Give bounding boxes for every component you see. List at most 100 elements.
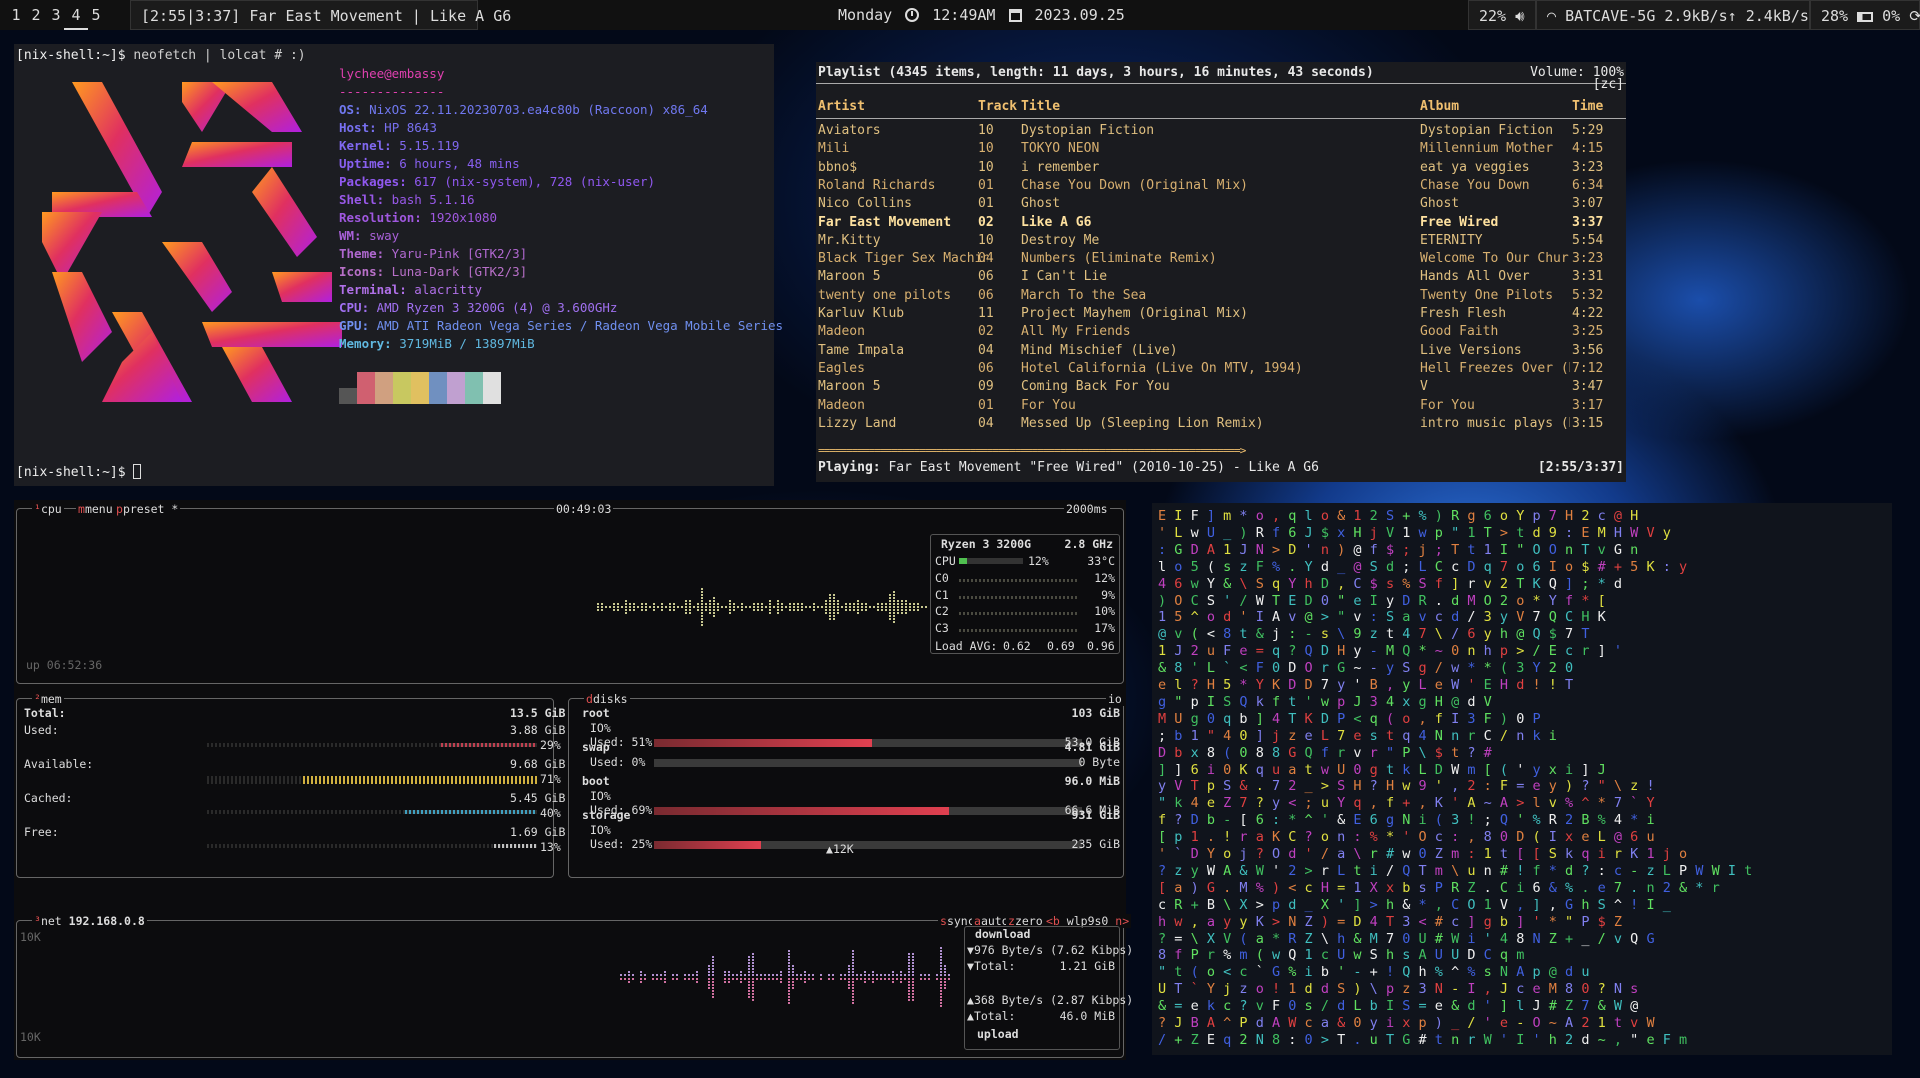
- net-pane: [16, 920, 1124, 1058]
- net-graph-dot: [652, 978, 654, 980]
- playlist-row[interactable]: Karluv Klub 11 Project Mayhem (Original Mi…: [816, 305, 1626, 323]
- playlist-row[interactable]: Tame Impala 04 Mind Mischief (Live) Live Ve…: [816, 342, 1626, 360]
- net-graph-dot: [820, 978, 822, 980]
- playlist-row[interactable]: Far East Movement 02 Like A G6 Free Wired 3:…: [816, 214, 1626, 232]
- progress-bar[interactable]: ========================================…: [818, 442, 1468, 460]
- net-graph-dot: [908, 968, 910, 970]
- cpu-graph-dot: [645, 606, 647, 608]
- playlist-row[interactable]: Black Tiger Sex Machin 04 Numbers (Elimina…: [816, 250, 1626, 268]
- cpu-graph-dot: [693, 606, 695, 608]
- col-title[interactable]: Title: [1021, 98, 1060, 116]
- matrix-row: ' ` D Y o j ? O d ' / a \ r # w 0 Z m : …: [1158, 846, 1688, 862]
- playlist-row[interactable]: Maroon 5 06 I Can't Lie Hands All Over 3:31: [816, 268, 1626, 286]
- net-graph-dot: [676, 974, 678, 976]
- cpu-graph-dot: [833, 612, 835, 614]
- now-playing-module[interactable]: [2:55|3:37] Far East Movement | Like A G…: [130, 0, 511, 30]
- net-graph-dot: [848, 984, 850, 986]
- matrix-row: U T ` Y j z o ! 1 d d S ) \ p z 3 N - I …: [1158, 981, 1639, 998]
- cpu-graph-dot: [661, 609, 663, 611]
- update-interval[interactable]: 2000ms: [1064, 502, 1110, 516]
- cpu-graph-dot: [761, 609, 763, 611]
- net-graph-dot: [772, 974, 774, 976]
- playlist-artist: Tame Impala: [818, 342, 905, 358]
- cpu-graph-dot: [769, 609, 771, 611]
- cpu-graph-dot: [689, 612, 691, 614]
- cpu-graph-dot: [713, 609, 715, 611]
- disks-io-toggle[interactable]: io: [1106, 692, 1124, 706]
- playlist-title: Chase You Down (Original Mix): [1021, 177, 1248, 193]
- preset-tab[interactable]: ppreset *: [114, 502, 181, 516]
- menu-tab[interactable]: mmenu: [76, 502, 115, 516]
- net-graph-dot: [644, 974, 646, 976]
- col-track[interactable]: Track: [978, 98, 1017, 116]
- playlist-row[interactable]: Maroon 5 09 Coming Back For You V 3:47: [816, 378, 1626, 396]
- cpu-graph-dot: [885, 609, 887, 611]
- cpu-graph-dot: [853, 606, 855, 608]
- playlist-row[interactable]: Eagles 06 Hotel California (Live On MTV, 1…: [816, 360, 1626, 378]
- status-line: Playing: Far East Movement "Free Wired" …: [818, 459, 1319, 477]
- net-graph-dot: [640, 974, 642, 976]
- btop-monitor[interactable]: ¹cpu mmenu ppreset * 00:49:03 2000ms up …: [14, 500, 1133, 1060]
- playlist-row[interactable]: bbno$ 10 i remember eat ya veggies 3:23: [816, 159, 1626, 177]
- net-graph-dot: [848, 974, 850, 976]
- playlist-title: Ghost: [1021, 196, 1061, 212]
- cpu-graph-dot: [917, 609, 919, 611]
- matrix-rain-terminal[interactable]: E I F ] m * o , q l o & 1 2 S + % ) R g …: [1152, 503, 1892, 1055]
- net-graph-dot: [788, 999, 790, 1001]
- playlist-artist: Mr.Kitty: [818, 232, 881, 248]
- disk-used: 235 GiB: [1071, 837, 1120, 851]
- cpu-graph-dot: [793, 606, 795, 608]
- net-graph-dot: [908, 999, 910, 1001]
- cpu-graph-dot: [761, 603, 763, 605]
- battery-module[interactable]: 28% 0% ⟳: [1810, 0, 1920, 30]
- playlist-row[interactable]: Lizzy Land 04 Messed Up (Sleeping Lion Rem…: [816, 415, 1626, 433]
- cpu-graph-dot: [845, 603, 847, 605]
- music-player-ncmpcpp[interactable]: Playlist (4345 items, length: 11 days, 3…: [816, 62, 1626, 482]
- col-time[interactable]: Time: [1572, 98, 1603, 116]
- net-graph-dot: [788, 974, 790, 976]
- volume-module[interactable]: 22% 🔊︎: [1468, 0, 1536, 30]
- playlist-row[interactable]: Nico Collins 01 Ghost Ghost 3:07: [816, 195, 1626, 213]
- prompt-line[interactable]: [nix-shell:~]$: [16, 464, 142, 482]
- playlist-row[interactable]: Mili 10 TOKYO NEON Millennium Mother 4:15: [816, 140, 1626, 158]
- cpu-graph-dot: [665, 606, 667, 608]
- cpu-graph-dot: [653, 609, 655, 611]
- clock-module[interactable]: Monday 12:49AM 2023.09.25: [828, 0, 1135, 30]
- neofetch-terminal[interactable]: [nix-shell:~]$ neofetch | lolcat # :) ly…: [14, 44, 783, 486]
- playlist-row[interactable]: Roland Richards 01 Chase You Down (Origina…: [816, 177, 1626, 195]
- net-graph-dot: [852, 953, 854, 955]
- net-graph-dot: [924, 974, 926, 976]
- col-artist[interactable]: Artist: [818, 98, 865, 116]
- playlist-row[interactable]: Mr.Kitty 10 Destroy Me ETERNITY 5:54: [816, 232, 1626, 250]
- net-graph-dot: [892, 974, 894, 976]
- net-graph-dot: [740, 971, 742, 973]
- cpu-graph-dot: [797, 609, 799, 611]
- palette-swatch: [411, 372, 429, 404]
- playlist-row[interactable]: Madeon 01 For You For You 3:17: [816, 397, 1626, 415]
- cpu-graph-dot: [725, 606, 727, 608]
- workspace-5[interactable]: 5: [84, 0, 108, 30]
- cpu-graph-dot: [913, 606, 915, 608]
- cpu-graph-dot: [709, 609, 711, 611]
- cpu-graph-dot: [689, 600, 691, 602]
- net-graph-dot: [936, 974, 938, 976]
- cpu-graph-dot: [857, 612, 859, 614]
- info-value: 3719MiB / 13897MiB: [391, 336, 535, 351]
- cpu-graph-dot: [769, 603, 771, 605]
- playlist-album: Fresh Flesh: [1420, 306, 1507, 321]
- cpu-graph-dot: [597, 603, 599, 605]
- cpu-graph-dot: [845, 609, 847, 611]
- cpu-tab[interactable]: ¹cpu: [32, 502, 64, 516]
- net-graph-dot: [856, 978, 858, 980]
- cpu-graph-dot: [873, 606, 875, 608]
- col-album[interactable]: Album: [1420, 98, 1459, 116]
- net-graph-dot: [632, 978, 634, 980]
- playlist-row[interactable]: twenty one pilots 06 March To the Sea Twent…: [816, 287, 1626, 305]
- playlist-artist: bbno$: [818, 159, 858, 175]
- mem-free-pct: 13%: [540, 840, 561, 854]
- net-graph-dot: [900, 971, 902, 973]
- playlist-row[interactable]: Madeon 02 All My Friends Good Faith 3:25: [816, 323, 1626, 341]
- playlist-track: 06: [978, 360, 994, 376]
- network-module[interactable]: ◠ BATCAVE-5G 2.9kB/s↑ 2.4kB/s↓: [1536, 0, 1818, 30]
- playlist-row[interactable]: Aviators 10 Dystopian Fiction Dystopian Fic…: [816, 122, 1626, 140]
